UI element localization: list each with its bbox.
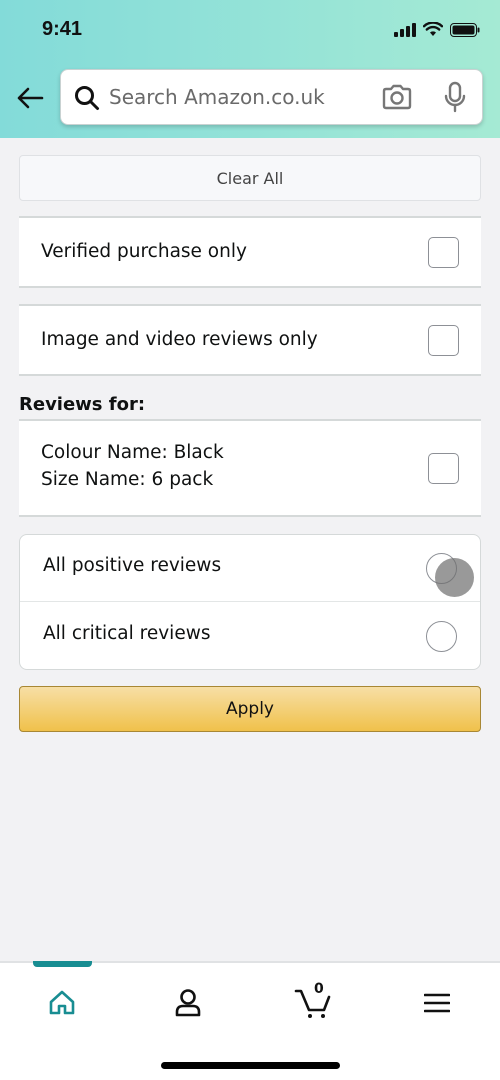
cellular-signal-icon — [394, 22, 416, 37]
critical-reviews-radio[interactable] — [426, 621, 457, 652]
clear-all-button[interactable]: Clear All — [19, 155, 481, 201]
top-header: 9:41 — [0, 0, 500, 138]
nav-cart[interactable]: 0 — [292, 981, 336, 1025]
variant-row[interactable]: Colour Name: Black Size Name: 6 pack — [19, 419, 481, 517]
sentiment-radio-group: All positive reviews All critical review… — [19, 534, 481, 670]
search-icon — [75, 86, 99, 110]
image-video-label: Image and video reviews only — [41, 329, 318, 350]
verified-purchase-label: Verified purchase only — [41, 241, 247, 262]
nav-menu[interactable] — [415, 981, 459, 1025]
active-tab-indicator — [33, 961, 92, 967]
battery-icon — [450, 22, 480, 37]
status-icons — [394, 22, 480, 37]
back-arrow-icon — [17, 87, 44, 109]
nav-home[interactable] — [40, 981, 84, 1025]
menu-icon — [424, 993, 450, 1013]
positive-reviews-label: All positive reviews — [43, 555, 222, 576]
camera-icon[interactable] — [381, 83, 413, 111]
account-icon — [175, 989, 201, 1017]
nav-account[interactable] — [166, 981, 210, 1025]
microphone-icon[interactable] — [443, 81, 467, 113]
touch-indicator — [435, 558, 474, 597]
image-video-row[interactable]: Image and video reviews only — [19, 304, 481, 376]
variant-size-label: Size Name: 6 pack — [41, 469, 214, 490]
search-bar — [60, 69, 483, 125]
home-indicator — [161, 1062, 340, 1069]
verified-purchase-checkbox[interactable] — [428, 237, 459, 268]
critical-reviews-option[interactable]: All critical reviews — [20, 603, 480, 670]
positive-reviews-option[interactable]: All positive reviews — [20, 535, 480, 602]
verified-purchase-row[interactable]: Verified purchase only — [19, 216, 481, 288]
image-video-checkbox[interactable] — [428, 325, 459, 356]
back-button[interactable] — [14, 82, 46, 114]
variant-checkbox[interactable] — [428, 453, 459, 484]
variant-colour-label: Colour Name: Black — [41, 442, 224, 463]
apply-button[interactable]: Apply — [19, 686, 481, 732]
status-time: 9:41 — [42, 18, 83, 40]
home-icon — [49, 990, 75, 1015]
wifi-icon — [423, 22, 443, 36]
reviews-for-heading: Reviews for: — [19, 394, 146, 415]
critical-reviews-label: All critical reviews — [43, 623, 211, 644]
cart-count: 0 — [314, 981, 324, 997]
search-input[interactable] — [109, 80, 369, 114]
